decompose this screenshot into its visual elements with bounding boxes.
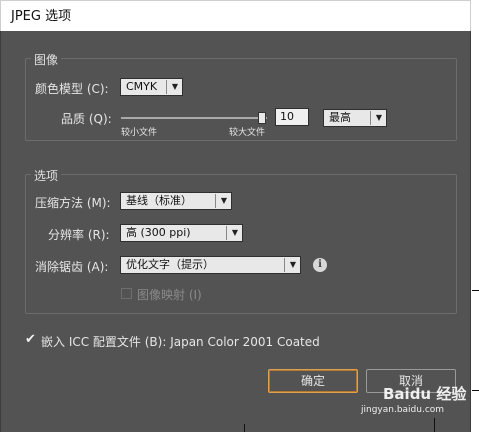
background-line <box>244 424 245 432</box>
chevron-down-icon: ▼ <box>289 260 297 269</box>
jpeg-options-dialog: 图像 颜色模型 (C): CMYK ▼ 品质 (Q): 较小文件 较大文件 10… <box>0 31 471 432</box>
image-group-legend: 图像 <box>31 51 62 68</box>
quality-slider-track[interactable] <box>121 117 267 119</box>
color-model-label: 颜色模型 (C): <box>35 82 109 96</box>
window-title-bar: JPEG 选项 <box>0 0 471 31</box>
quality-min-label: 较小文件 <box>121 128 158 138</box>
quality-value-input[interactable]: 10 <box>275 108 309 126</box>
quality-level-select[interactable]: 最高 ▼ <box>323 109 387 127</box>
background-line <box>472 290 479 291</box>
quality-slider-thumb[interactable] <box>258 112 266 124</box>
compression-value: 基线（标准） <box>126 194 192 207</box>
antialias-select[interactable]: 优化文字（提示） ▼ <box>120 256 301 274</box>
color-model-value: CMYK <box>126 80 158 93</box>
baidu-watermark-logo: Baidu 经验 <box>383 385 467 403</box>
compression-label: 压缩方法 (M): <box>35 196 111 210</box>
chevron-down-icon: ▼ <box>220 196 228 205</box>
antialias-label: 消除锯齿 (A): <box>35 260 109 274</box>
quality-max-label: 较大文件 <box>229 128 266 138</box>
image-map-label: 图像映射 (I) <box>137 288 202 302</box>
resolution-value: 高 (300 ppi) <box>126 226 191 239</box>
info-icon[interactable]: i <box>313 258 327 272</box>
resolution-select[interactable]: 高 (300 ppi) ▼ <box>120 224 243 242</box>
background-window-edge <box>471 0 479 432</box>
background-line <box>434 418 435 432</box>
options-group-legend: 选项 <box>31 167 62 184</box>
check-icon[interactable]: ✔ <box>25 333 36 346</box>
antialias-value: 优化文字（提示） <box>126 258 214 271</box>
window-title: JPEG 选项 <box>11 9 72 24</box>
quality-level-value: 最高 <box>329 111 351 124</box>
image-map-checkbox[interactable] <box>121 288 132 299</box>
chevron-down-icon: ▼ <box>231 228 239 237</box>
background-line <box>472 390 479 391</box>
baidu-watermark-url: jingyan.baidu.com <box>361 405 445 415</box>
quality-label: 品质 (Q): <box>61 112 112 126</box>
ok-button[interactable]: 确定 <box>268 369 358 393</box>
chevron-down-icon: ▼ <box>171 82 179 91</box>
chevron-down-icon: ▼ <box>375 113 383 122</box>
embed-icc-label: 嵌入 ICC 配置文件 (B): Japan Color 2001 Coated <box>41 335 320 349</box>
compression-select[interactable]: 基线（标准） ▼ <box>120 192 232 210</box>
resolution-label: 分辨率 (R): <box>48 228 110 242</box>
color-model-select[interactable]: CMYK ▼ <box>120 78 183 96</box>
